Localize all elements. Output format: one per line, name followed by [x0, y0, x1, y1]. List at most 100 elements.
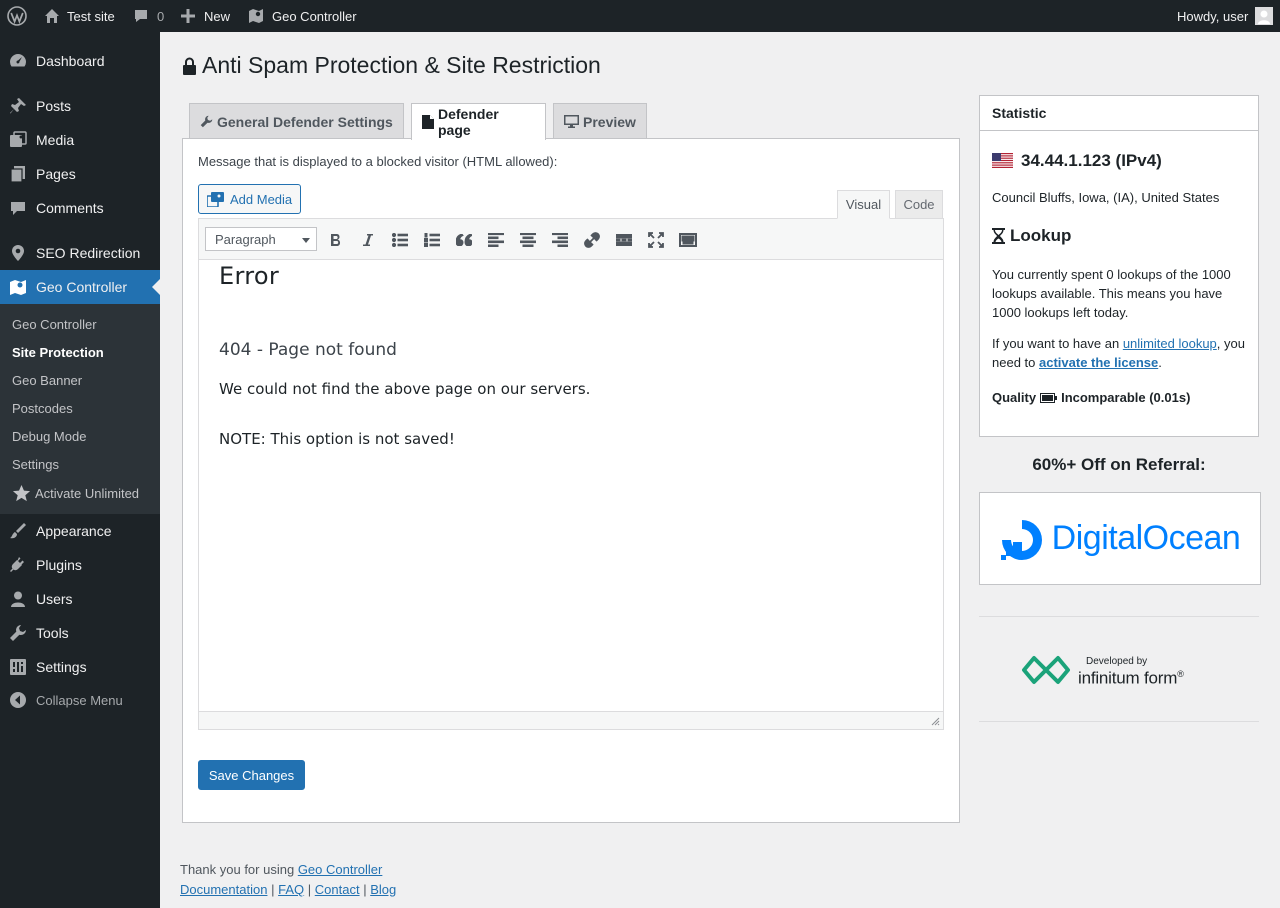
align-left-icon — [488, 233, 504, 247]
bold-button[interactable] — [326, 230, 346, 250]
license-text: If you want to have an unlimited lookup,… — [992, 336, 1245, 370]
editor-status-bar — [198, 711, 944, 730]
submenu-activate-unlimited[interactable]: Activate Unlimited — [12, 484, 139, 503]
new-content-link[interactable]: New — [181, 0, 230, 32]
editor-content[interactable]: Error 404 - Page not found We could not … — [198, 260, 944, 712]
sidebar-item-seo-redirection[interactable]: SEO Redirection — [0, 236, 160, 270]
battery-icon — [1040, 392, 1058, 403]
footer-blog-link[interactable]: Blog — [370, 882, 396, 897]
submenu-geo-banner[interactable]: Geo Banner — [12, 373, 82, 388]
footer: Thank you for using Geo Controller Docum… — [180, 862, 397, 897]
link-icon — [584, 232, 600, 248]
infinitum-form-wordmark: infinitum form® — [1078, 668, 1184, 688]
divider — [979, 616, 1259, 617]
collapse-menu-button[interactable]: Collapse Menu — [0, 683, 160, 717]
site-name-link[interactable]: Test site — [44, 0, 115, 32]
map-icon — [248, 8, 264, 24]
sliders-icon — [9, 658, 27, 676]
developed-by-label: Developed by — [1086, 655, 1148, 667]
sidebar-item-settings[interactable]: Settings — [0, 650, 160, 684]
submenu-postcodes[interactable]: Postcodes — [12, 401, 73, 416]
digitalocean-banner[interactable]: DigitalOcean — [979, 492, 1261, 585]
digitalocean-wordmark: DigitalOcean — [1051, 519, 1241, 557]
account-menu[interactable]: Howdy, user — [1177, 0, 1274, 32]
footer-documentation-link[interactable]: Documentation — [180, 882, 267, 897]
resize-handle-icon[interactable] — [931, 717, 940, 726]
sidebar-item-comments[interactable]: Comments — [0, 191, 160, 225]
desktop-icon — [564, 115, 583, 128]
footer-faq-link[interactable]: FAQ — [278, 882, 304, 897]
home-icon — [44, 8, 60, 24]
divider — [979, 721, 1259, 722]
admin-bar: Test site 0 New Geo Controller Howdy, us… — [0, 0, 1280, 32]
toolbar-toggle-button[interactable] — [678, 230, 698, 250]
italic-button[interactable] — [358, 230, 378, 250]
tab-general-defender-settings[interactable]: General Defender Settings — [189, 103, 404, 139]
hourglass-icon — [992, 227, 1005, 244]
fullscreen-icon — [648, 232, 664, 248]
editor-paragraph: We could not find the above page on our … — [219, 380, 591, 398]
align-center-button[interactable] — [518, 230, 538, 250]
activate-license-link[interactable]: activate the license — [1039, 355, 1158, 370]
sidebar-item-tools[interactable]: Tools — [0, 616, 160, 650]
lookup-title: Lookup — [992, 226, 1250, 245]
bold-icon — [330, 233, 342, 247]
align-left-button[interactable] — [486, 230, 506, 250]
tab-preview[interactable]: Preview — [553, 103, 647, 139]
editor-tab-visual[interactable]: Visual — [837, 190, 890, 219]
geo-controller-link[interactable]: Geo Controller — [248, 0, 357, 32]
wordpress-logo-icon[interactable] — [7, 0, 27, 32]
comments-link[interactable]: 0 — [133, 0, 164, 32]
chevron-down-icon — [302, 238, 310, 243]
numbered-list-button[interactable] — [422, 230, 442, 250]
fullscreen-button[interactable] — [646, 230, 666, 250]
pin-icon — [9, 97, 27, 115]
lookup-text: You currently spent 0 lookups of the 100… — [992, 267, 1231, 320]
numbered-list-icon — [424, 233, 440, 247]
editor-note: NOTE: This option is not saved! — [219, 430, 455, 448]
sidebar-item-dashboard[interactable]: Dashboard — [0, 44, 160, 78]
add-media-icon — [207, 191, 230, 207]
unlimited-lookup-link[interactable]: unlimited lookup — [1123, 336, 1217, 351]
bulleted-list-button[interactable] — [390, 230, 410, 250]
geo-controller-submenu: Geo Controller Site Protection Geo Banne… — [0, 304, 160, 514]
admin-sidebar: Dashboard Posts Media Pages Comments SEO… — [0, 32, 160, 908]
brush-icon — [9, 522, 27, 540]
align-right-button[interactable] — [550, 230, 570, 250]
sidebar-item-plugins[interactable]: Plugins — [0, 548, 160, 582]
blockquote-button[interactable] — [454, 230, 474, 250]
submenu-site-protection[interactable]: Site Protection — [12, 345, 104, 360]
sidebar-item-appearance[interactable]: Appearance — [0, 514, 160, 548]
infinitum-form-logo[interactable]: Developed by infinitum form® — [1020, 652, 1184, 688]
align-center-icon — [520, 233, 536, 247]
sidebar-item-posts[interactable]: Posts — [0, 89, 160, 123]
wrench-icon — [200, 115, 217, 128]
add-media-button[interactable]: Add Media — [198, 184, 301, 214]
format-select[interactable]: Paragraph — [205, 227, 317, 251]
editor-tab-code[interactable]: Code — [895, 190, 943, 219]
media-icon — [9, 131, 27, 149]
bullet-list-icon — [392, 233, 408, 247]
footer-plugin-link[interactable]: Geo Controller — [298, 862, 383, 877]
comment-icon — [133, 8, 149, 24]
statistic-title: Statistic — [980, 96, 1258, 131]
save-changes-button[interactable]: Save Changes — [198, 760, 305, 790]
sidebar-item-geo-controller[interactable]: Geo Controller — [0, 270, 160, 304]
ip-address: 34.44.1.123 (IPv4) — [992, 151, 1250, 170]
insert-link-button[interactable] — [582, 230, 602, 250]
plug-icon — [9, 556, 27, 574]
tab-defender-page[interactable]: Defender page — [411, 103, 546, 140]
location-icon — [9, 244, 27, 262]
page-title: Anti Spam Protection & Site Restriction — [182, 52, 601, 79]
sidebar-item-media[interactable]: Media — [0, 123, 160, 157]
read-more-button[interactable] — [614, 230, 634, 250]
sidebar-item-pages[interactable]: Pages — [0, 157, 160, 191]
referral-title: 60%+ Off on Referral: — [1032, 455, 1206, 474]
submenu-settings[interactable]: Settings — [12, 457, 59, 472]
quote-icon — [456, 234, 472, 246]
submenu-debug-mode[interactable]: Debug Mode — [12, 429, 86, 444]
footer-contact-link[interactable]: Contact — [315, 882, 360, 897]
sidebar-item-users[interactable]: Users — [0, 582, 160, 616]
submenu-geo-controller[interactable]: Geo Controller — [12, 317, 97, 332]
comment-icon — [9, 199, 27, 217]
